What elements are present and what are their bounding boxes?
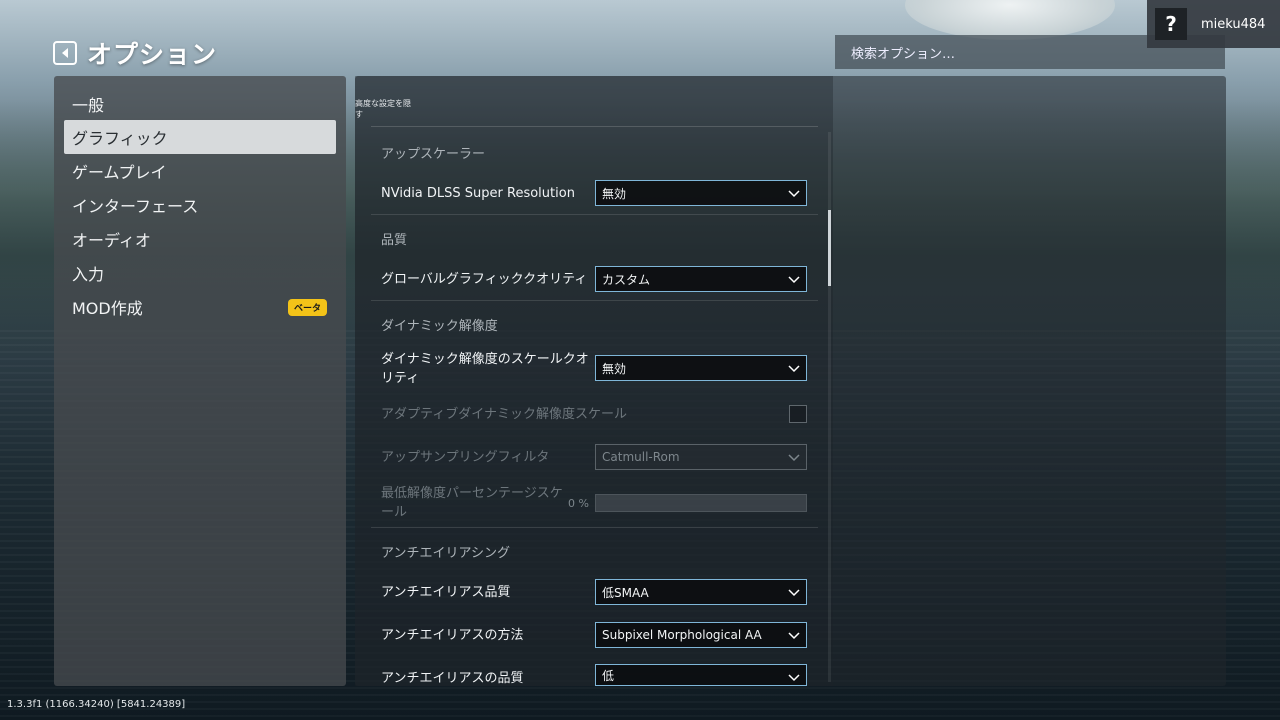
- dropdown-value: Subpixel Morphological AA: [602, 628, 762, 642]
- scale-quality-dropdown[interactable]: 無効: [595, 355, 807, 381]
- upsampling-filter-dropdown[interactable]: Catmull-Rom: [595, 444, 807, 470]
- divider: [371, 126, 818, 127]
- aa-method-dropdown[interactable]: Subpixel Morphological AA: [595, 622, 807, 648]
- dropdown-value: 無効: [602, 186, 627, 201]
- section-title-upscaler: アップスケーラー: [381, 147, 486, 162]
- username: mieku484: [1201, 16, 1266, 32]
- beta-badge: ベータ: [287, 299, 327, 316]
- chevron-down-icon: [788, 674, 800, 682]
- sidebar-item-label: 一般: [72, 96, 105, 115]
- min-resolution-label: 最低解像度パーセンテージスケール: [381, 486, 563, 520]
- chevron-down-icon: [788, 589, 800, 597]
- section-title-dynamic-resolution: ダイナミック解像度: [381, 319, 498, 334]
- title-bar: オプション: [53, 38, 218, 69]
- adaptive-scale-label: アダプティブダイナミック解像度スケール: [381, 407, 627, 422]
- dropdown-value: 低SMAA: [602, 585, 649, 600]
- chevron-down-icon: [788, 632, 800, 640]
- scale-quality-label: ダイナミック解像度のスケールクオリティ: [381, 352, 589, 386]
- sidebar-item-label: MOD作成: [72, 299, 143, 318]
- back-arrow-icon[interactable]: [53, 41, 77, 65]
- scrollbar-thumb[interactable]: [828, 210, 831, 286]
- dropdown-value: 無効: [602, 361, 627, 376]
- chevron-down-icon: [788, 276, 800, 284]
- global-quality-label: グローバルグラフィッククオリティ: [381, 272, 588, 287]
- page-title: オプション: [87, 40, 218, 69]
- dlss-dropdown[interactable]: 無効: [595, 180, 807, 206]
- dlss-label: NVidia DLSS Super Resolution: [381, 186, 575, 201]
- sidebar-item-label: インターフェース: [72, 197, 199, 216]
- divider: [371, 527, 818, 528]
- sidebar-item-audio[interactable]: オーディオ: [64, 222, 336, 256]
- sidebar-item-general[interactable]: 一般: [64, 87, 336, 121]
- chevron-down-icon: [788, 190, 800, 198]
- sidebar-item-interface[interactable]: インターフェース: [64, 188, 336, 222]
- sidebar-item-gameplay[interactable]: ゲームプレイ: [64, 154, 336, 188]
- user-badge[interactable]: ? mieku484: [1147, 0, 1280, 48]
- sidebar-item-label: ゲームプレイ: [72, 163, 167, 182]
- sidebar-item-label: 入力: [72, 265, 105, 284]
- sidebar-item-label: グラフィック: [72, 129, 168, 148]
- settings-list: 高度な設定を隠す アップスケーラー NVidia DLSS Super Reso…: [355, 76, 833, 686]
- help-icon[interactable]: ?: [1155, 8, 1187, 40]
- background-cloud: [905, 0, 1115, 40]
- sidebar-item-modding[interactable]: MOD作成 ベータ: [64, 290, 336, 324]
- aa-quality2-label: アンチエイリアスの品質: [381, 671, 524, 686]
- aa-quality2-dropdown[interactable]: 低: [595, 664, 807, 686]
- min-resolution-value: 0 %: [568, 497, 589, 510]
- adaptive-scale-checkbox[interactable]: [789, 405, 807, 423]
- divider: [371, 214, 818, 215]
- hide-advanced-link[interactable]: 高度な設定を隠す: [355, 98, 415, 120]
- aa-quality-dropdown[interactable]: 低SMAA: [595, 579, 807, 605]
- min-resolution-slider[interactable]: [595, 494, 807, 512]
- version-label: 1.3.3f1 (1166.34240) [5841.24389]: [7, 699, 186, 710]
- section-title-antialiasing: アンチエイリアシング: [381, 546, 510, 561]
- sidebar: 一般 グラフィック ゲームプレイ インターフェース オーディオ 入力 MOD作成…: [54, 76, 346, 686]
- aa-method-label: アンチエイリアスの方法: [381, 628, 524, 643]
- chevron-down-icon: [788, 454, 800, 462]
- global-quality-dropdown[interactable]: カスタム: [595, 266, 807, 292]
- sidebar-item-graphics[interactable]: グラフィック: [64, 120, 336, 154]
- dropdown-value: カスタム: [602, 272, 651, 287]
- upsampling-filter-label: アップサンプリングフィルタ: [381, 450, 550, 465]
- section-title-quality: 品質: [381, 233, 408, 248]
- sidebar-item-label: オーディオ: [72, 231, 151, 250]
- dropdown-value: Catmull-Rom: [602, 450, 680, 464]
- sidebar-item-input[interactable]: 入力: [64, 256, 336, 290]
- divider: [371, 300, 818, 301]
- scrollbar[interactable]: [828, 132, 831, 682]
- chevron-down-icon: [788, 365, 800, 373]
- aa-quality-label: アンチエイリアス品質: [381, 585, 511, 600]
- dropdown-value: 低: [602, 668, 615, 683]
- settings-panel: 高度な設定を隠す アップスケーラー NVidia DLSS Super Reso…: [355, 76, 1226, 686]
